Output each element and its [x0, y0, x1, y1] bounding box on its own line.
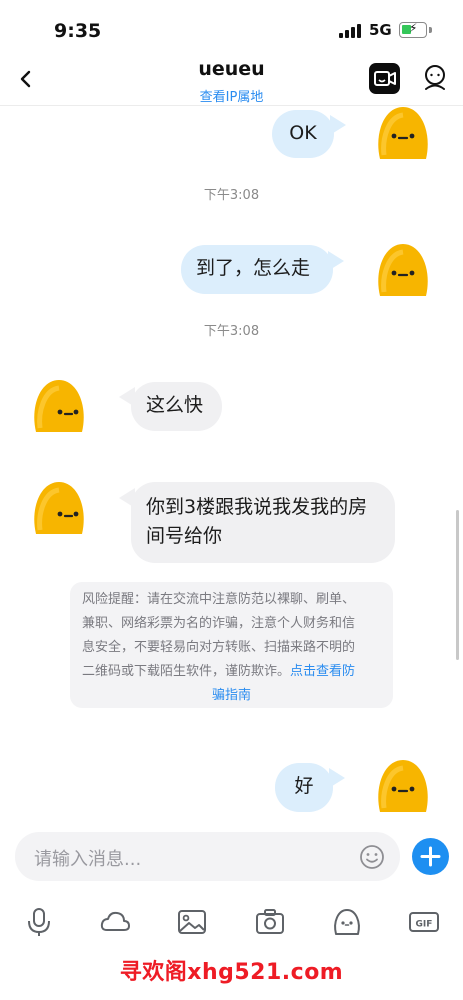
bubble-tail: [330, 115, 346, 135]
incoming-message-bubble[interactable]: 这么快: [131, 382, 222, 431]
sticker-icon[interactable]: [331, 906, 363, 938]
message-timestamp: 下午3:08: [203, 188, 260, 203]
message-text: 这么快: [146, 394, 204, 416]
video-call-button[interactable]: [369, 63, 400, 94]
image-icon[interactable]: [176, 906, 208, 938]
message-timestamp: 下午3:08: [203, 324, 260, 339]
risk-notice-line: 二维码或下载陌生软件，谨防欺诈。: [82, 664, 291, 679]
bubble-tail: [328, 251, 344, 271]
battery-icon: ⚡: [399, 21, 427, 38]
outgoing-message-bubble[interactable]: OK: [272, 110, 334, 158]
message-text: 好: [294, 775, 314, 797]
contact-avatar[interactable]: [26, 474, 92, 540]
camera-icon[interactable]: [254, 906, 286, 938]
profile-icon[interactable]: [419, 62, 451, 94]
scrollbar[interactable]: [456, 510, 459, 660]
svg-text:GIF: GIF: [416, 920, 433, 930]
outgoing-message-bubble[interactable]: 好: [275, 763, 333, 812]
signal-icon: [339, 24, 363, 38]
emoji-icon[interactable]: [359, 844, 385, 870]
cloud-icon[interactable]: [99, 906, 131, 938]
risk-notice: 风险提醒：请在交流中注意防范以裸聊、刷单、 兼职、网络彩票为名的诈骗，注意个人财…: [70, 582, 393, 708]
incoming-message-bubble[interactable]: 你到3楼跟我说我发我的房 间号给你: [131, 482, 395, 563]
contact-avatar[interactable]: [26, 372, 92, 438]
bubble-tail: [329, 768, 345, 788]
my-avatar[interactable]: [370, 752, 436, 818]
message-input[interactable]: 请输入消息...: [15, 832, 400, 881]
network-label: 5G: [369, 21, 392, 39]
message-text: 到了，怎么走: [196, 257, 311, 279]
risk-notice-line: 风险提醒：请在交流中注意防范以裸聊、刷单、: [82, 592, 356, 607]
watermark-text: 寻欢阁xhg521.com: [119, 960, 344, 985]
anti-fraud-guide-link[interactable]: 点击查看防: [290, 664, 355, 679]
plus-icon: [420, 846, 441, 867]
risk-notice-line: 兼职、网络彩票为名的诈骗，注意个人财务和信: [82, 616, 356, 631]
outgoing-message-bubble[interactable]: 到了，怎么走: [181, 245, 333, 294]
back-arrow-icon[interactable]: [12, 64, 42, 94]
risk-notice-line: 息安全，不要轻易向对方转账、扫描来路不明的: [82, 640, 356, 655]
status-bar: 9:35 5G ⚡: [0, 0, 463, 58]
status-time: 9:35: [54, 20, 102, 42]
message-text-line: 你到3楼跟我说我发我的房: [146, 496, 368, 518]
my-avatar[interactable]: [370, 99, 436, 165]
battery-cap: [429, 27, 432, 33]
video-camera-icon: [374, 71, 396, 86]
my-avatar[interactable]: [370, 236, 436, 302]
microphone-icon[interactable]: [23, 906, 55, 938]
more-options-button[interactable]: [412, 838, 449, 875]
message-text-line: 间号给你: [146, 525, 223, 547]
gif-icon[interactable]: GIF: [408, 906, 440, 938]
message-input-placeholder: 请输入消息...: [34, 849, 142, 870]
anti-fraud-guide-link[interactable]: 骗指南: [82, 684, 381, 708]
message-text: OK: [289, 122, 317, 144]
